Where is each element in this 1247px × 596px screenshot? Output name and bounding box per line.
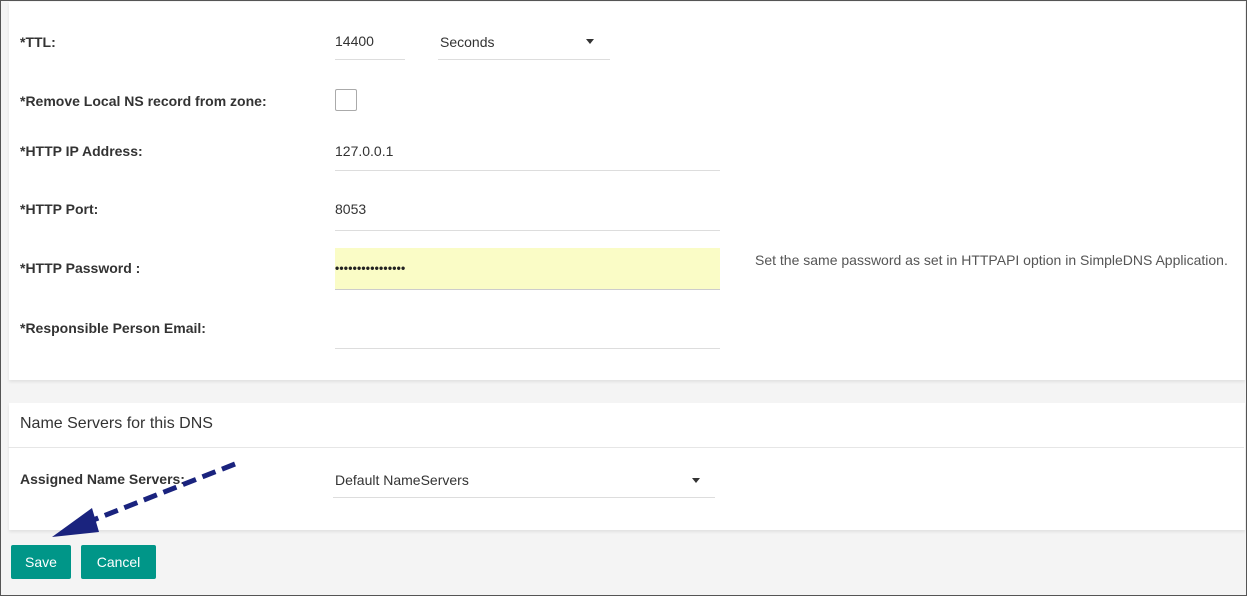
- remove-local-ns-checkbox[interactable]: [335, 89, 357, 111]
- section-divider: [8, 447, 1244, 448]
- responsible-email-underline: [335, 348, 720, 349]
- http-password-value: ••••••••••••••••: [335, 261, 406, 275]
- chevron-down-icon[interactable]: [692, 478, 700, 483]
- http-port-label: *HTTP Port:: [20, 201, 99, 217]
- http-port-underline: [335, 230, 720, 231]
- responsible-email-label: *Responsible Person Email:: [20, 320, 206, 336]
- http-ip-underline: [335, 170, 720, 171]
- assigned-name-servers-label: Assigned Name Servers:: [20, 471, 185, 487]
- http-port-input[interactable]: 8053: [335, 201, 366, 217]
- assigned-name-servers-underline: [333, 497, 715, 498]
- http-ip-input[interactable]: 127.0.0.1: [335, 143, 393, 159]
- http-password-help: Set the same password as set in HTTPAPI …: [755, 252, 1228, 268]
- ttl-input-underline: [335, 59, 405, 60]
- assigned-name-servers-select[interactable]: Default NameServers: [335, 472, 469, 488]
- ttl-unit-underline: [438, 59, 610, 60]
- ttl-input[interactable]: 14400: [335, 33, 374, 49]
- http-password-input[interactable]: ••••••••••••••••: [335, 248, 720, 290]
- ttl-label: *TTL:: [20, 34, 56, 50]
- ttl-unit-select[interactable]: Seconds: [440, 34, 494, 50]
- chevron-down-icon[interactable]: [586, 39, 594, 44]
- save-button[interactable]: Save: [11, 545, 71, 579]
- cancel-button[interactable]: Cancel: [81, 545, 156, 579]
- window-frame: [0, 0, 1247, 596]
- name-servers-title: Name Servers for this DNS: [20, 415, 213, 432]
- http-password-label: *HTTP Password :: [20, 260, 141, 276]
- remove-local-ns-label: *Remove Local NS record from zone:: [20, 93, 267, 109]
- http-ip-label: *HTTP IP Address:: [20, 143, 143, 159]
